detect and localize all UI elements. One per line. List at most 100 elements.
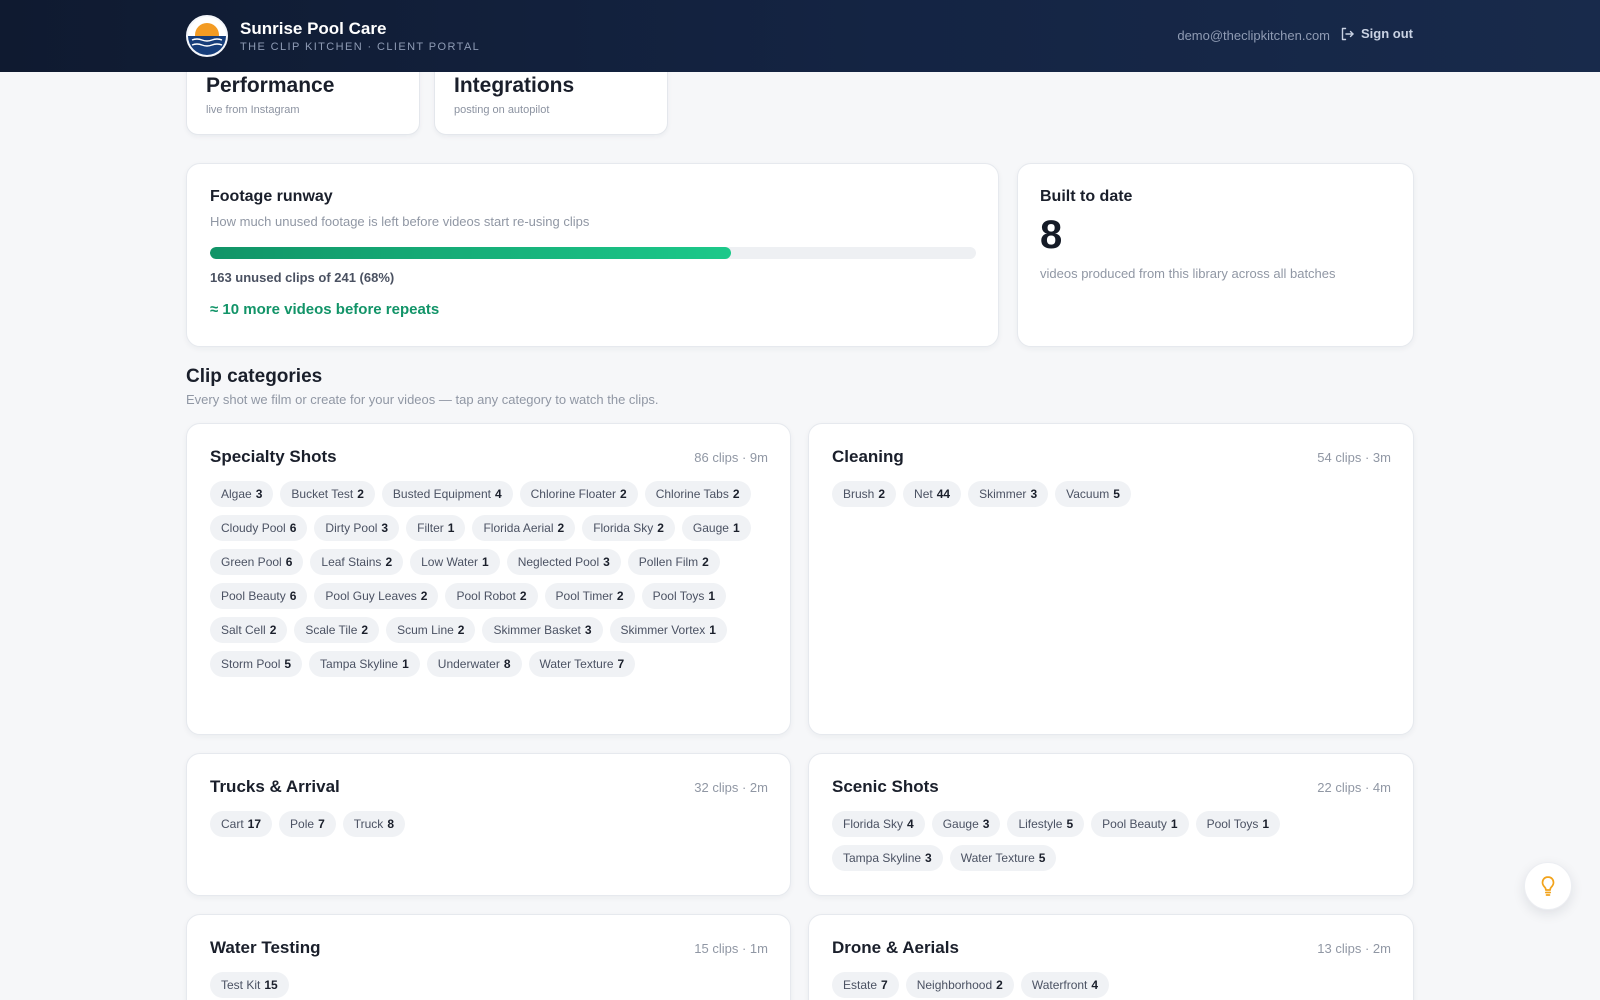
clip-chip[interactable]: Pole 7 [279, 811, 336, 837]
clip-chip[interactable]: Salt Cell 2 [210, 617, 288, 643]
clip-chip[interactable]: Pool Toys 1 [641, 583, 727, 609]
clip-chip[interactable]: Skimmer Vortex 1 [609, 617, 727, 643]
clip-chip[interactable]: Pool Timer 2 [544, 583, 635, 609]
clip-chip[interactable]: Low Water 1 [410, 549, 500, 575]
clip-chip-count: 4 [494, 487, 502, 501]
clip-chip-count: 8 [387, 817, 394, 831]
clip-chip[interactable]: Skimmer 3 [968, 481, 1049, 507]
clip-chip[interactable]: Filter 1 [406, 515, 466, 541]
category-meta: 15 clips · 1m [694, 941, 768, 956]
clip-chip[interactable]: Waterfront 4 [1020, 972, 1110, 998]
clip-chip-label: Cart [221, 817, 244, 831]
clip-chip[interactable]: Gauge 1 [681, 515, 751, 541]
category-chip-list: Brush 2 Net 44 Skimmer 3 Vacuum 5 [832, 481, 1387, 507]
clip-chip-count: 2 [657, 521, 664, 535]
category-card-scenic-shots[interactable]: Scenic Shots 22 clips · 4m Florida Sky 4 Gau… [808, 753, 1414, 896]
help-button[interactable] [1524, 862, 1572, 910]
clip-chip[interactable]: Bucket Test 2 [280, 481, 375, 507]
category-card-specialty-shots[interactable]: Specialty Shots 86 clips · 9m Algae 3 Bucket… [186, 423, 791, 735]
clip-chip[interactable]: Underwater 8 [426, 651, 522, 677]
clip-chip[interactable]: Neglected Pool 3 [506, 549, 621, 575]
clip-chip-count: 6 [289, 589, 297, 603]
category-card-trucks-arrival[interactable]: Trucks & Arrival 32 clips · 2m Cart 17 Pole 7… [186, 753, 791, 896]
category-name: Trucks & Arrival [210, 777, 340, 796]
clip-chip[interactable]: Water Texture 5 [949, 845, 1057, 871]
category-card-drone-aerials[interactable]: Drone & Aerials 13 clips · 2m Estate 7 Neigh… [808, 914, 1414, 1000]
sign-out-icon [1341, 27, 1354, 40]
clip-chip-label: Green Pool [221, 555, 282, 569]
built-count: 8 [1040, 213, 1063, 257]
clip-chip[interactable]: Cloudy Pool 6 [210, 515, 308, 541]
built-description: videos produced from this library across… [1040, 266, 1336, 281]
clip-chip[interactable]: Leaf Stains 2 [310, 549, 404, 575]
clip-chip-label: Florida Sky [843, 817, 904, 831]
clip-chip-count: 3 [925, 851, 932, 865]
clip-chip-count: 5 [1113, 487, 1120, 501]
clip-chip-count: 1 [732, 521, 740, 535]
category-card-cleaning[interactable]: Cleaning 54 clips · 3m Brush 2 Net 44 Skimmer 3… [808, 423, 1414, 735]
clip-chip[interactable]: Busted Equipment 4 [381, 481, 513, 507]
clip-chip-count: 2 [357, 487, 364, 501]
clip-chip-label: Neighborhood [916, 978, 993, 992]
clip-chip[interactable]: Florida Sky 4 [832, 811, 925, 837]
clip-chip[interactable]: Brush 2 [832, 481, 897, 507]
clip-chip-label: Pool Toys [652, 589, 705, 603]
clip-chip-count: 1 [1262, 817, 1270, 831]
clip-chip[interactable]: Neighborhood 2 [905, 972, 1014, 998]
category-meta: 86 clips · 9m [694, 450, 768, 465]
clip-chip[interactable]: Net 44 [903, 481, 962, 507]
clip-chip[interactable]: Storm Pool 5 [210, 651, 303, 677]
clip-chip-count: 1 [447, 521, 455, 535]
clip-chip-label: Skimmer Basket [493, 623, 581, 637]
clip-chip-label: Gauge [942, 817, 979, 831]
clip-chip[interactable]: Vacuum 5 [1055, 481, 1131, 507]
clip-chip[interactable]: Pool Toys 1 [1195, 811, 1281, 837]
clip-chip[interactable]: Estate 7 [832, 972, 899, 998]
clip-chip[interactable]: Scum Line 2 [386, 617, 476, 643]
clip-chip[interactable]: Skimmer Basket 3 [482, 617, 603, 643]
brand[interactable]: Sunrise Pool Care THE CLIP KITCHEN · CLI… [186, 15, 480, 57]
clip-chip-label: Skimmer [979, 487, 1027, 501]
clip-chip[interactable]: Truck 8 [342, 811, 405, 837]
clip-chip[interactable]: Green Pool 6 [210, 549, 304, 575]
clip-chip[interactable]: Florida Aerial 2 [472, 515, 576, 541]
clip-chip-label: Storm Pool [221, 657, 281, 671]
runway-progress-fill [210, 247, 731, 259]
clip-chip[interactable]: Pollen Film 2 [627, 549, 720, 575]
clip-chip[interactable]: Algae 3 [210, 481, 274, 507]
clip-chip-count: 8 [503, 657, 511, 671]
clip-chip[interactable]: Water Texture 7 [528, 651, 636, 677]
clip-chip-count: 3 [584, 623, 592, 637]
clip-chip-count: 1 [482, 555, 489, 569]
clip-chip-count: 2 [519, 589, 527, 603]
clip-chip[interactable]: Gauge 3 [931, 811, 1001, 837]
category-meta: 54 clips · 3m [1317, 450, 1391, 465]
clip-chip-count: 2 [620, 487, 627, 501]
clip-chip-label: Net [914, 487, 933, 501]
clip-chip-label: Pool Beauty [1102, 817, 1167, 831]
clip-chip-count: 17 [247, 817, 262, 831]
clip-chip[interactable]: Tampa Skyline 3 [832, 845, 943, 871]
clip-chip-count: 2 [616, 589, 624, 603]
clip-chip[interactable]: Pool Beauty 1 [1091, 811, 1189, 837]
clip-chip[interactable]: Chlorine Floater 2 [519, 481, 638, 507]
clip-chip[interactable]: Tampa Skyline 1 [309, 651, 420, 677]
clip-chip-count: 15 [264, 978, 278, 992]
clip-chip[interactable]: Lifestyle 5 [1007, 811, 1085, 837]
clip-chip[interactable]: Pool Guy Leaves 2 [314, 583, 439, 609]
clip-chip-label: Estate [843, 978, 878, 992]
clip-chip[interactable]: Chlorine Tabs 2 [644, 481, 751, 507]
clip-chip[interactable]: Pool Robot 2 [445, 583, 538, 609]
clip-chip-label: Truck [353, 817, 384, 831]
clip-chip[interactable]: Test Kit 15 [210, 972, 289, 998]
category-meta: 32 clips · 2m [694, 780, 768, 795]
sign-out-button[interactable]: Sign out [1340, 26, 1413, 41]
clip-chip[interactable]: Florida Sky 2 [582, 515, 675, 541]
category-chip-list: Florida Sky 4 Gauge 3 Lifestyle 5 Pool Beauty 1… [832, 811, 1387, 871]
clip-chip[interactable]: Cart 17 [210, 811, 273, 837]
clip-chip-label: Filter [417, 521, 444, 535]
clip-chip[interactable]: Dirty Pool 3 [314, 515, 400, 541]
clip-chip[interactable]: Scale Tile 2 [294, 617, 380, 643]
category-card-water-testing[interactable]: Water Testing 15 clips · 1m Test Kit 15 [186, 914, 791, 1000]
clip-chip[interactable]: Pool Beauty 6 [210, 583, 308, 609]
